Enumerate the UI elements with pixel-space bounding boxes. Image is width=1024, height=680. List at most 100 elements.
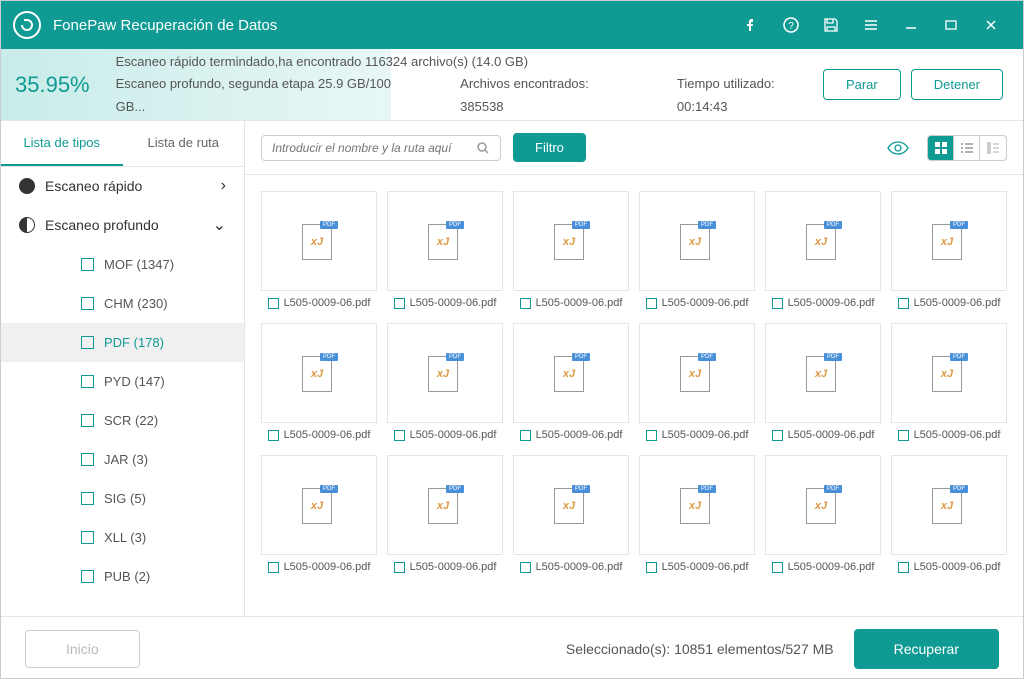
file-thumbnail: xJPDF xyxy=(765,191,881,291)
minimize-icon[interactable] xyxy=(897,11,925,39)
checkbox-icon[interactable] xyxy=(772,562,783,573)
checkbox-icon[interactable] xyxy=(520,298,531,309)
file-card[interactable]: xJPDFL505-0009-06.pdf xyxy=(261,191,377,309)
search-icon xyxy=(476,141,490,155)
checkbox-icon[interactable] xyxy=(268,298,279,309)
checkbox-icon[interactable] xyxy=(81,531,94,544)
view-grid-icon[interactable] xyxy=(928,136,954,160)
file-card[interactable]: xJPDFL505-0009-06.pdf xyxy=(891,455,1007,573)
file-name: L505-0009-06.pdf xyxy=(662,297,749,309)
file-card[interactable]: xJPDFL505-0009-06.pdf xyxy=(639,455,755,573)
file-card[interactable]: xJPDF L505-0009-06.pdf xyxy=(765,191,881,309)
checkbox-icon[interactable] xyxy=(772,430,783,441)
tree-deep-scan[interactable]: Escaneo profundo ⌄ xyxy=(1,205,244,245)
search-box[interactable] xyxy=(261,135,501,161)
pdf-icon: xJPDF xyxy=(302,222,336,260)
checkbox-icon[interactable] xyxy=(81,336,94,349)
checkbox-icon[interactable] xyxy=(81,453,94,466)
checkbox-icon[interactable] xyxy=(646,298,657,309)
tree-item[interactable]: PUB (2) xyxy=(1,557,244,596)
tree-item[interactable]: CHM (230) xyxy=(1,284,244,323)
checkbox-icon[interactable] xyxy=(520,430,531,441)
preview-icon[interactable] xyxy=(887,140,909,156)
recover-button[interactable]: Recuperar xyxy=(854,629,999,669)
file-card[interactable]: xJPDFL505-0009-06.pdf xyxy=(513,323,629,441)
pause-button[interactable]: Parar xyxy=(823,69,901,100)
checkbox-icon[interactable] xyxy=(646,430,657,441)
view-toggle xyxy=(927,135,1007,161)
tree-item[interactable]: MOF (1347) xyxy=(1,245,244,284)
file-name: L505-0009-06.pdf xyxy=(410,561,497,573)
file-card[interactable]: xJPDFL505-0009-06.pdf xyxy=(513,455,629,573)
tree-item[interactable]: SCR (22) xyxy=(1,401,244,440)
file-name: L505-0009-06.pdf xyxy=(914,297,1001,309)
tree-item[interactable]: PDF (178) xyxy=(1,323,244,362)
file-card[interactable]: xJPDFL505-0009-06.pdf xyxy=(765,323,881,441)
checkbox-icon[interactable] xyxy=(81,492,94,505)
selection-status: Seleccionado(s): 10851 elementos/527 MB xyxy=(566,641,834,657)
stop-button[interactable]: Detener xyxy=(911,69,1003,100)
checkbox-icon[interactable] xyxy=(898,298,909,309)
checkbox-icon[interactable] xyxy=(81,570,94,583)
file-thumbnail: xJPDF xyxy=(513,323,629,423)
view-detail-icon[interactable] xyxy=(980,136,1006,160)
view-list-icon[interactable] xyxy=(954,136,980,160)
file-card[interactable]: xJPDFL505-0009-06.pdf xyxy=(387,455,503,573)
sidebar-tabs: Lista de tipos Lista de ruta xyxy=(1,121,244,167)
file-card[interactable]: xJPDFL505-0009-06.pdf xyxy=(513,191,629,309)
checkbox-icon[interactable] xyxy=(772,298,783,309)
file-card[interactable]: xJPDFL505-0009-06.pdf xyxy=(387,323,503,441)
filter-button[interactable]: Filtro xyxy=(513,133,586,162)
close-icon[interactable] xyxy=(977,11,1005,39)
tree-item[interactable]: XLL (3) xyxy=(1,518,244,557)
file-thumbnail: xJPDF xyxy=(891,323,1007,423)
file-name: L505-0009-06.pdf xyxy=(662,561,749,573)
chevron-down-icon: ⌄ xyxy=(213,215,226,235)
checkbox-icon[interactable] xyxy=(898,430,909,441)
file-card[interactable]: xJPDFL505-0009-06.pdf xyxy=(261,455,377,573)
checkbox-icon[interactable] xyxy=(81,375,94,388)
checkbox-icon[interactable] xyxy=(394,298,405,309)
checkbox-icon[interactable] xyxy=(646,562,657,573)
maximize-icon[interactable] xyxy=(937,11,965,39)
home-button[interactable]: Inicio xyxy=(25,630,140,668)
file-name: L505-0009-06.pdf xyxy=(914,429,1001,441)
file-card[interactable]: xJPDFL505-0009-06.pdf xyxy=(261,323,377,441)
file-card[interactable]: xJPDFL505-0009-06.pdf xyxy=(891,191,1007,309)
search-input[interactable] xyxy=(272,141,476,155)
tab-types[interactable]: Lista de tipos xyxy=(1,121,123,166)
checkbox-icon[interactable] xyxy=(81,414,94,427)
menu-icon[interactable] xyxy=(857,11,885,39)
checkbox-icon[interactable] xyxy=(520,562,531,573)
file-thumbnail: xJPDF xyxy=(891,455,1007,555)
tab-path[interactable]: Lista de ruta xyxy=(123,121,245,166)
file-card[interactable]: xJPDFL505-0009-06.pdf xyxy=(387,191,503,309)
tree-item-label: CHM (230) xyxy=(104,296,168,311)
feedback-icon[interactable]: ? xyxy=(777,11,805,39)
checkbox-icon[interactable] xyxy=(394,562,405,573)
bottom-bar: Inicio Seleccionado(s): 10851 elementos/… xyxy=(1,616,1023,680)
file-name: L505-0009-06.pdf xyxy=(788,297,875,309)
file-card[interactable]: xJPDFL505-0009-06.pdf xyxy=(639,323,755,441)
file-card[interactable]: xJPDF L505-0009-06.pdf xyxy=(639,191,755,309)
checkbox-icon[interactable] xyxy=(81,297,94,310)
tree-quick-scan[interactable]: Escaneo rápido › xyxy=(1,167,244,205)
tree-item-label: JAR (3) xyxy=(104,452,148,467)
tree-item[interactable]: PYD (147) xyxy=(1,362,244,401)
file-type-tree: Escaneo rápido › Escaneo profundo ⌄ MOF … xyxy=(1,167,244,616)
file-thumbnail: xJPDF xyxy=(513,191,629,291)
file-thumbnail: xJPDF xyxy=(639,191,755,291)
checkbox-icon[interactable] xyxy=(81,258,94,271)
file-card[interactable]: xJPDF L505-0009-06.pdf xyxy=(891,323,1007,441)
checkbox-icon[interactable] xyxy=(394,430,405,441)
tree-item[interactable]: SIG (5) xyxy=(1,479,244,518)
pdf-icon: xJPDF xyxy=(302,354,336,392)
tree-item[interactable]: JAR (3) xyxy=(1,440,244,479)
checkbox-icon[interactable] xyxy=(268,430,279,441)
save-icon[interactable] xyxy=(817,11,845,39)
facebook-icon[interactable] xyxy=(737,11,765,39)
file-card[interactable]: xJPDFL505-0009-06.pdf xyxy=(765,455,881,573)
tree-item-label: PDF (178) xyxy=(104,335,164,350)
checkbox-icon[interactable] xyxy=(268,562,279,573)
checkbox-icon[interactable] xyxy=(898,562,909,573)
